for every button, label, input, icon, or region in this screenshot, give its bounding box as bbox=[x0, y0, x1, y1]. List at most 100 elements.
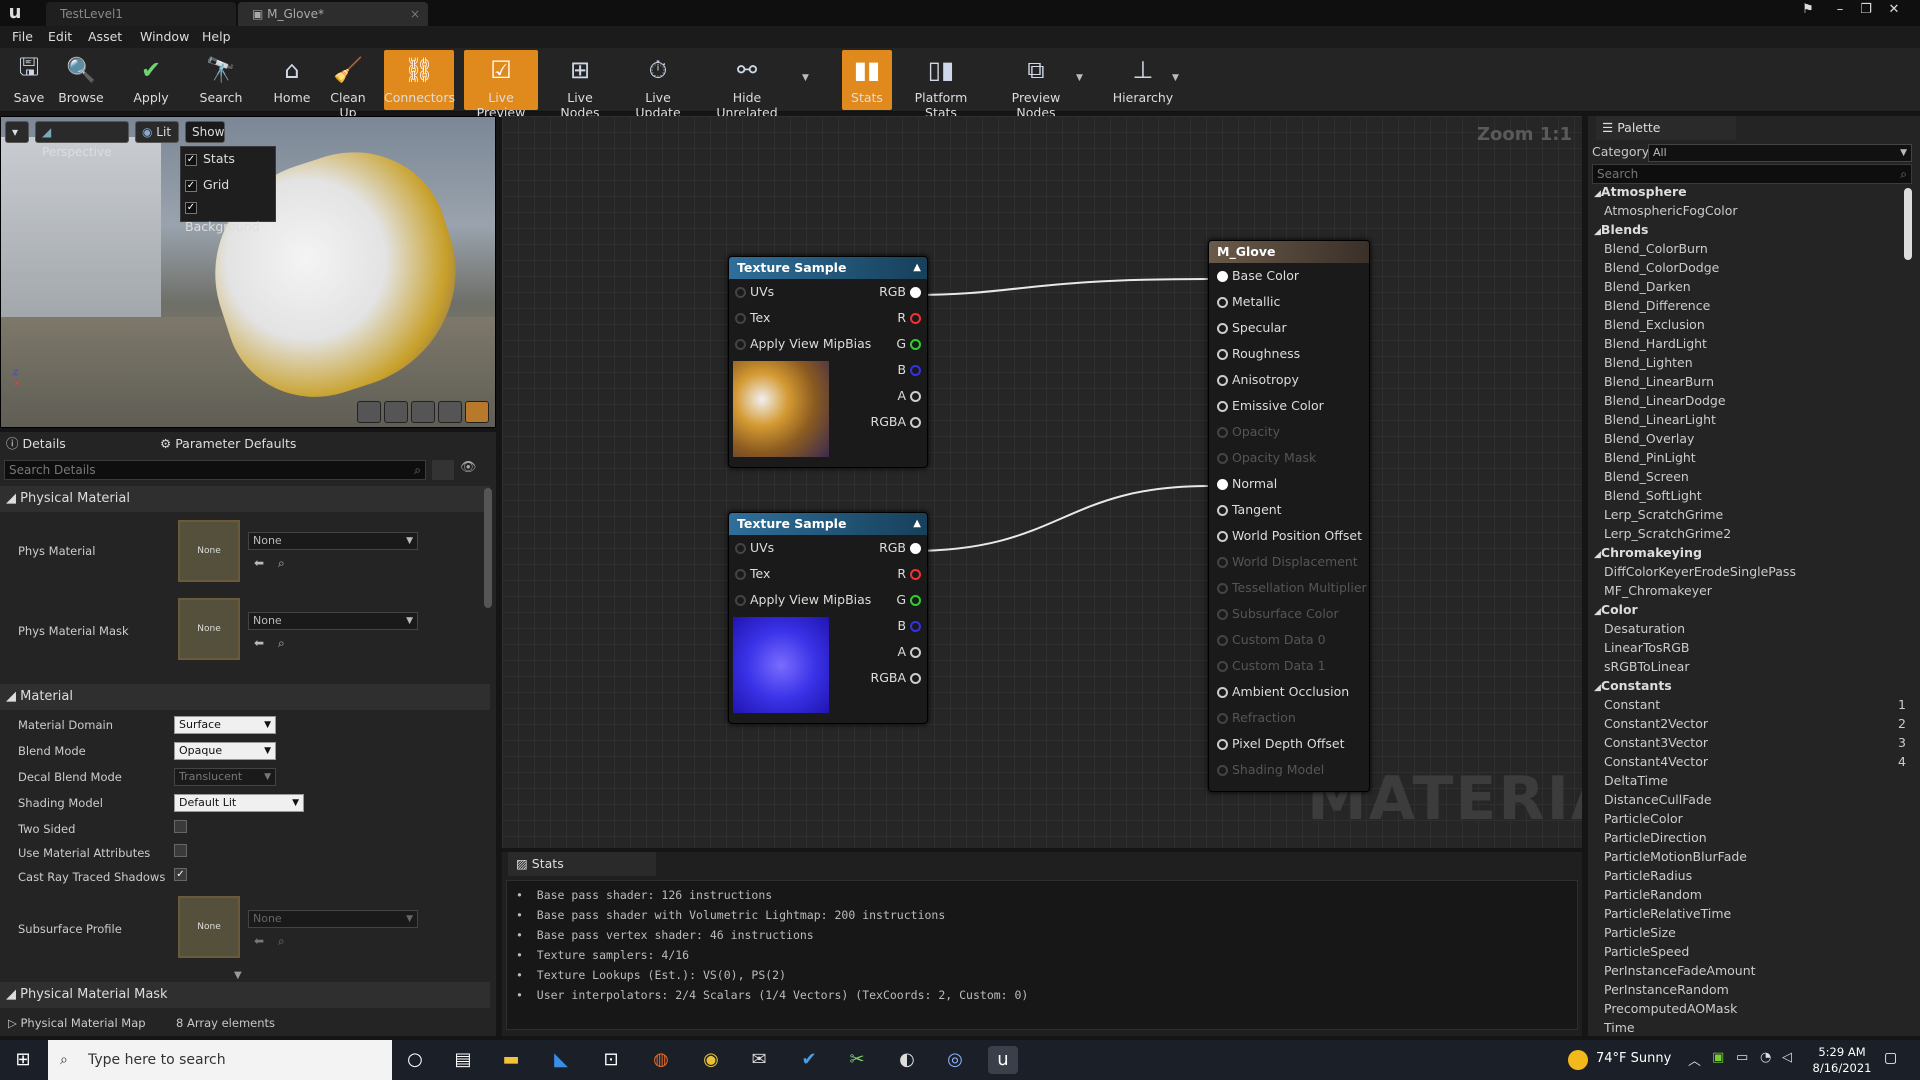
tex-input-pin[interactable]: Tex bbox=[735, 561, 770, 587]
palette-item[interactable]: ParticleSpeed bbox=[1604, 944, 1689, 959]
tray-app-icon[interactable]: ▣ bbox=[1712, 1050, 1724, 1065]
use-material-attributes-checkbox[interactable] bbox=[174, 844, 187, 857]
result-pin[interactable]: Opacity bbox=[1217, 419, 1280, 445]
cast-ray-traced-shadows-checkbox[interactable]: ✓ bbox=[174, 868, 187, 881]
tab-testlevel1[interactable]: TestLevel1 bbox=[46, 2, 236, 26]
perspective-button[interactable]: ◢ Perspective bbox=[35, 121, 129, 159]
r-output-pin[interactable]: R bbox=[897, 305, 921, 331]
g-output-pin[interactable]: G bbox=[896, 331, 921, 357]
menu-asset[interactable]: Asset bbox=[88, 26, 122, 48]
result-pin[interactable]: Custom Data 0 bbox=[1217, 627, 1326, 653]
palette-item[interactable]: Blend_Difference bbox=[1604, 298, 1710, 313]
show-background-item[interactable]: ✓Background bbox=[185, 197, 275, 234]
result-pin[interactable]: Base Color bbox=[1217, 263, 1299, 289]
apply-button[interactable]: ✔ Apply bbox=[128, 50, 174, 110]
snipping-tool-icon[interactable]: ✂ bbox=[842, 1046, 872, 1074]
palette-item[interactable]: Desaturation bbox=[1604, 621, 1685, 636]
browse-button[interactable]: 🔍 Browse bbox=[56, 50, 106, 110]
mail-icon[interactable]: ✉ bbox=[744, 1046, 774, 1074]
palette-item[interactable]: Blend_LinearLight bbox=[1604, 412, 1716, 427]
cortana-icon[interactable]: ○ bbox=[400, 1046, 430, 1074]
palette-item[interactable]: ParticleRelativeTime bbox=[1604, 906, 1731, 921]
b-output-pin[interactable]: B bbox=[897, 613, 921, 639]
mipbias-input-pin[interactable]: Apply View MipBias bbox=[735, 587, 871, 613]
palette-item[interactable]: Blend_Screen bbox=[1604, 469, 1689, 484]
live-nodes-button[interactable]: ⊞ Live Nodes bbox=[548, 50, 612, 120]
palette-item[interactable]: AtmosphericFogColor bbox=[1604, 203, 1738, 218]
feedback-icon[interactable]: ⚑ bbox=[1796, 0, 1820, 22]
cylinder-preview-button[interactable] bbox=[357, 401, 381, 423]
details-scrollbar[interactable] bbox=[484, 488, 492, 608]
result-pin[interactable]: Subsurface Color bbox=[1217, 601, 1339, 627]
section-physical-material[interactable]: ◢ Physical Material bbox=[0, 486, 490, 512]
wifi-icon[interactable]: ◔ bbox=[1760, 1050, 1771, 1065]
search-button[interactable]: 🔭 Search bbox=[196, 50, 246, 110]
result-pin[interactable]: World Position Offset bbox=[1217, 523, 1362, 549]
palette-item[interactable]: DeltaTime bbox=[1604, 773, 1668, 788]
phys-material-dropdown[interactable]: None ▼ bbox=[248, 532, 418, 550]
result-pin[interactable]: Shading Model bbox=[1217, 757, 1324, 783]
tab-details[interactable]: ⓘ Details bbox=[6, 432, 156, 456]
palette-item[interactable]: Blend_ColorBurn bbox=[1604, 241, 1708, 256]
palette-item[interactable]: PerInstanceFadeAmount bbox=[1604, 963, 1756, 978]
menu-edit[interactable]: Edit bbox=[48, 26, 72, 48]
uvs-input-pin[interactable]: UVs bbox=[735, 535, 774, 561]
phys-material-mask-thumbnail[interactable]: None bbox=[178, 598, 240, 660]
palette-search-input[interactable]: Search ⌕ bbox=[1592, 164, 1912, 184]
browse-asset-icon[interactable]: ⌕ bbox=[278, 556, 285, 571]
b-output-pin[interactable]: B bbox=[897, 357, 921, 383]
result-pin[interactable]: Ambient Occlusion bbox=[1217, 679, 1349, 705]
windows-start-icon[interactable]: ⊞ bbox=[8, 1046, 38, 1074]
phys-material-thumbnail[interactable]: None bbox=[178, 520, 240, 582]
vr-app-icon[interactable]: ◎ bbox=[940, 1046, 970, 1074]
category-dropdown[interactable]: All ▼ bbox=[1648, 144, 1912, 162]
result-pin[interactable]: Anisotropy bbox=[1217, 367, 1299, 393]
palette-item[interactable]: Blend_Overlay bbox=[1604, 431, 1694, 446]
palette-item[interactable]: PrecomputedAOMask bbox=[1604, 1001, 1737, 1016]
battery-icon[interactable]: ▭ bbox=[1736, 1050, 1748, 1065]
tab-stats[interactable]: ▨ Stats bbox=[508, 852, 656, 876]
palette-item[interactable]: Lerp_ScratchGrime bbox=[1604, 507, 1723, 522]
live-preview-button[interactable]: ☑ Live Preview bbox=[464, 50, 538, 120]
preview-nodes-button[interactable]: ⧉ Preview Nodes bbox=[994, 50, 1078, 120]
palette-item[interactable]: Blend_ColorDodge bbox=[1604, 260, 1719, 275]
collapse-icon[interactable]: ▲ bbox=[913, 513, 921, 535]
palette-item[interactable]: PerInstanceRandom bbox=[1604, 982, 1729, 997]
palette-item[interactable]: Constant2Vector bbox=[1604, 716, 1708, 731]
material-result-node[interactable]: M_Glove Base Color Metallic Specular Rou… bbox=[1208, 240, 1370, 792]
cube-preview-button[interactable] bbox=[438, 401, 462, 423]
subsurface-profile-thumbnail[interactable]: None bbox=[178, 896, 240, 958]
result-pin[interactable]: Tangent bbox=[1217, 497, 1282, 523]
palette-category[interactable]: ◢Atmosphere bbox=[1594, 184, 1687, 199]
show-button[interactable]: Show bbox=[185, 121, 225, 143]
steam-icon[interactable]: ◐ bbox=[892, 1046, 922, 1074]
menu-window[interactable]: Window bbox=[140, 26, 189, 48]
tray-chevron-up-icon[interactable]: ︿ bbox=[1688, 1050, 1701, 1069]
hide-unrelated-button[interactable]: ⚯ Hide Unrelated bbox=[704, 50, 790, 120]
tab-palette[interactable]: ☰ Palette bbox=[1596, 116, 1736, 140]
material-domain-dropdown[interactable]: Surface ▼ bbox=[174, 716, 276, 734]
list-view-icon[interactable] bbox=[432, 460, 454, 480]
taskbar-search-input[interactable]: ⌕ Type here to search bbox=[48, 1040, 392, 1080]
rgba-output-pin[interactable]: RGBA bbox=[871, 409, 921, 435]
result-pin[interactable]: Custom Data 1 bbox=[1217, 653, 1326, 679]
texture-sample-node-1[interactable]: Texture Sample ▲ UVs Tex Apply View MipBi… bbox=[728, 256, 928, 468]
section-material[interactable]: ◢ Material bbox=[0, 684, 490, 710]
mesh-preview-button[interactable] bbox=[465, 401, 489, 423]
texture-sample-node-2[interactable]: Texture Sample ▲ UVs Tex Apply View MipBi… bbox=[728, 512, 928, 724]
stats-button[interactable]: ▮▮ Stats bbox=[842, 50, 892, 110]
plane-preview-button[interactable] bbox=[411, 401, 435, 423]
connectors-button[interactable]: ⛓ Connectors bbox=[384, 50, 455, 110]
palette-item[interactable]: DiffColorKeyerErodeSinglePass bbox=[1604, 564, 1796, 579]
show-grid-item[interactable]: ✓ Grid bbox=[185, 175, 229, 195]
hierarchy-dropdown-icon[interactable]: ▼ bbox=[1172, 73, 1182, 83]
palette-category[interactable]: ◢Chromakeying bbox=[1594, 545, 1702, 560]
palette-item[interactable]: Blend_Exclusion bbox=[1604, 317, 1705, 332]
blend-mode-dropdown[interactable]: Opaque ▼ bbox=[174, 742, 276, 760]
tex-input-pin[interactable]: Tex bbox=[735, 305, 770, 331]
palette-item[interactable]: Blend_Darken bbox=[1604, 279, 1691, 294]
rgb-output-pin[interactable]: RGB bbox=[879, 535, 921, 561]
palette-item[interactable]: Blend_LinearDodge bbox=[1604, 393, 1726, 408]
unreal-engine-taskbar-icon[interactable]: u bbox=[988, 1046, 1018, 1074]
search-details-input[interactable]: Search Details ⌕ bbox=[4, 460, 426, 480]
